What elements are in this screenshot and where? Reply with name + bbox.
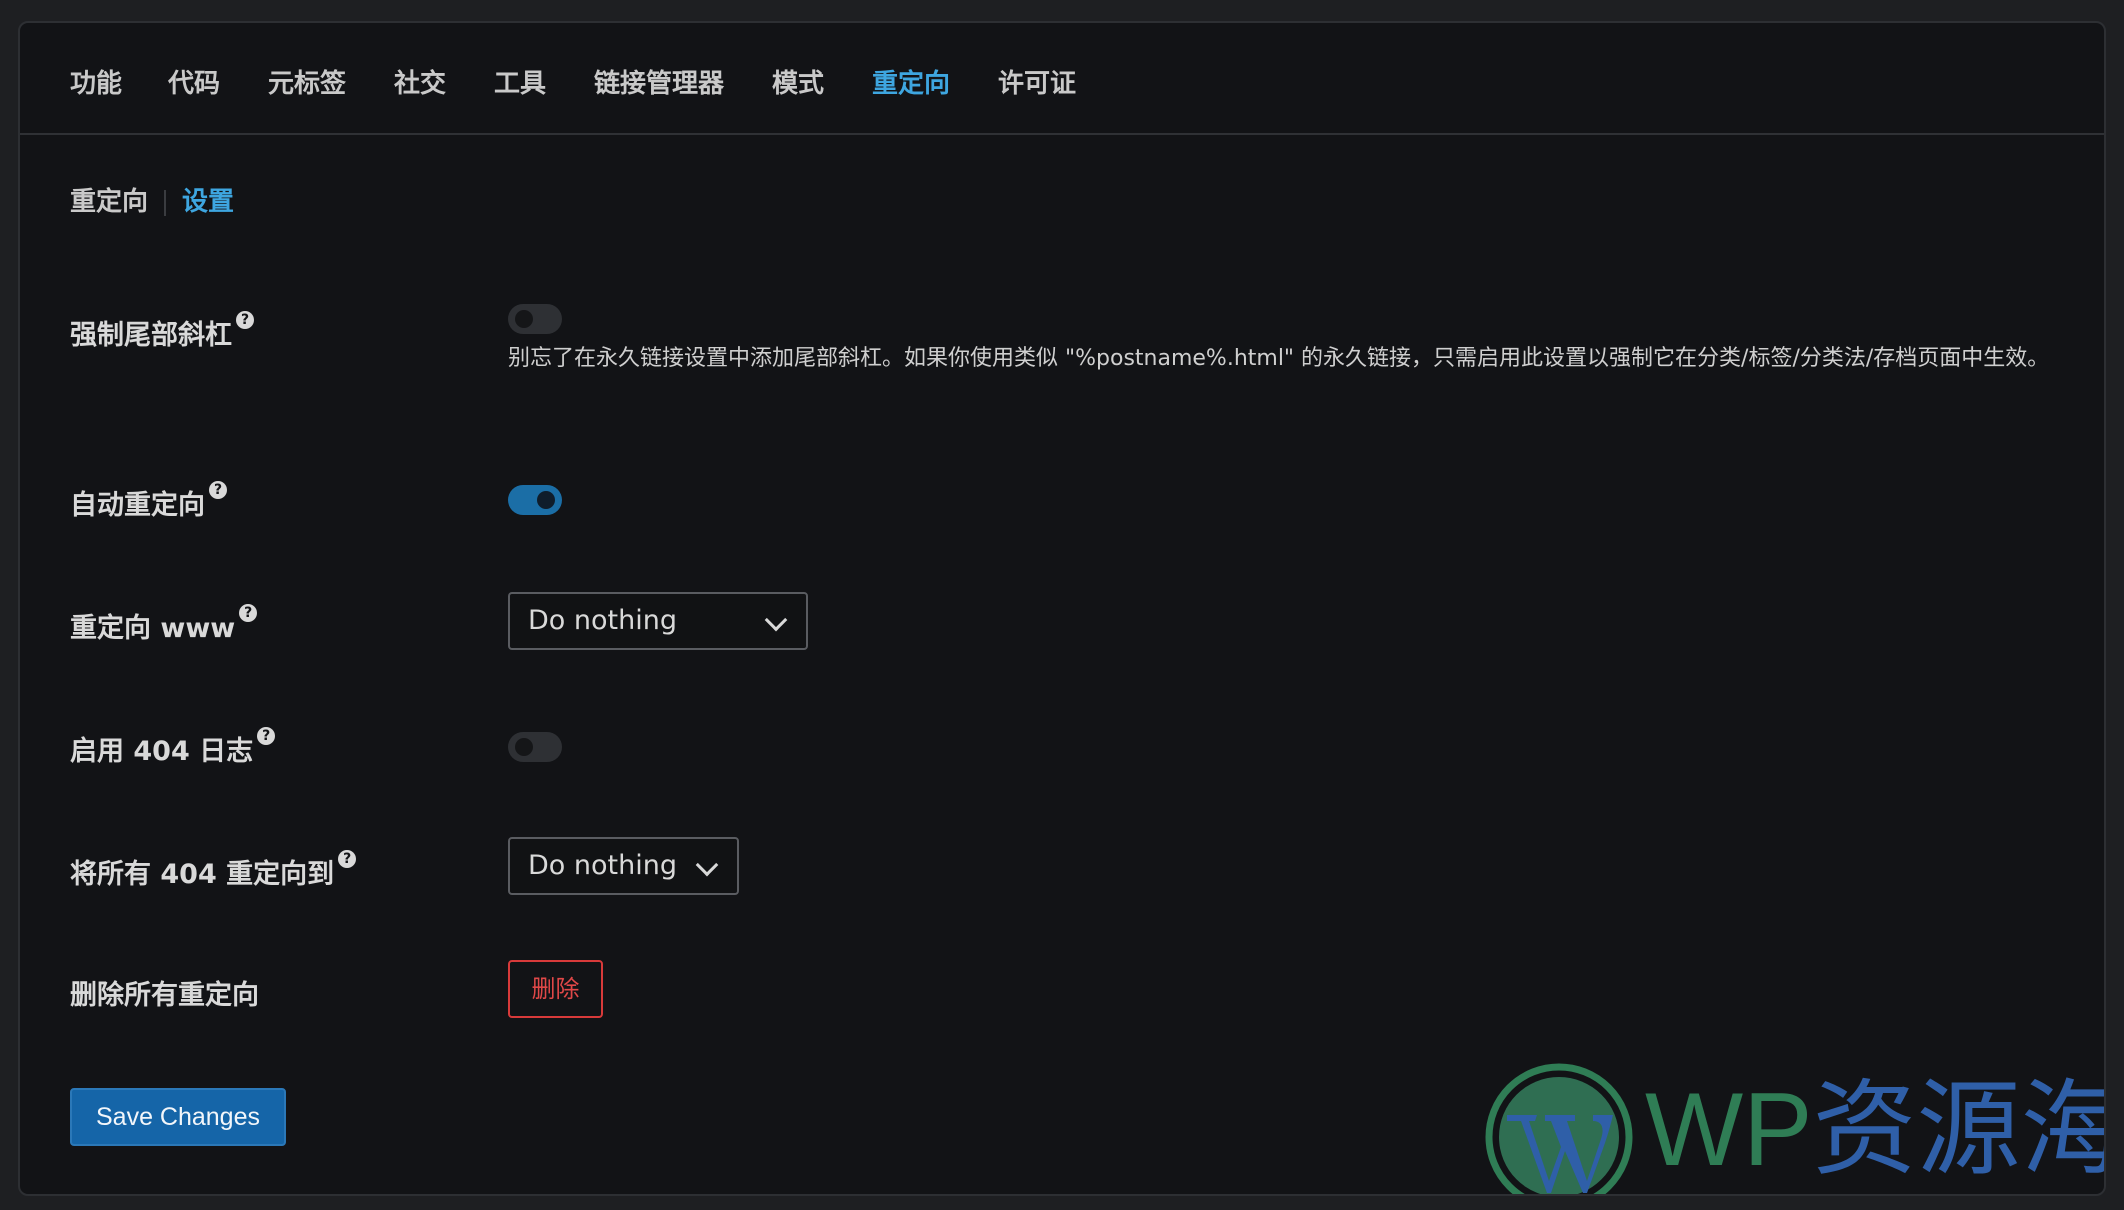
tab-code[interactable]: 代码 (168, 63, 220, 100)
toggle-knob (537, 491, 555, 509)
tab-schema[interactable]: 模式 (772, 63, 824, 100)
force-trailing-slash-label: 强制尾部斜杠? (70, 311, 254, 352)
sub-navigation: 重定向 设置 (70, 181, 234, 218)
redirect-all-404-value: Do nothing (528, 850, 677, 881)
enable-404-log-label: 启用 404 日志? (70, 727, 276, 768)
subnav-redirects[interactable]: 重定向 (70, 187, 148, 217)
enable-404-log-text: 启用 404 日志 (70, 736, 254, 767)
watermark: WP资源海 (1485, 1063, 2106, 1194)
settings-panel: 功能 代码 元标签 社交 工具 链接管理器 模式 重定向 许可证 重定向 设置 强… (18, 21, 2106, 1196)
toggle-knob (515, 738, 533, 756)
watermark-latin: WP (1645, 1072, 1813, 1188)
toggle-knob (515, 310, 533, 328)
redirect-www-select[interactable]: Do nothing (508, 592, 808, 650)
help-icon[interactable]: ? (239, 604, 258, 622)
auto-redirect-text: 自动重定向 (70, 490, 205, 521)
delete-redirects-button[interactable]: 删除 (508, 960, 603, 1018)
chevron-down-icon (695, 853, 719, 877)
enable-404-log-toggle[interactable] (508, 732, 562, 762)
main-tabs: 功能 代码 元标签 社交 工具 链接管理器 模式 重定向 许可证 (20, 23, 2104, 135)
auto-redirect-label: 自动重定向? (70, 481, 227, 522)
subnav-settings[interactable]: 设置 (182, 187, 234, 217)
subnav-divider (164, 189, 167, 216)
tab-tools[interactable]: 工具 (494, 63, 546, 100)
tab-license[interactable]: 许可证 (998, 63, 1076, 100)
force-trailing-slash-toggle[interactable] (508, 304, 562, 334)
tab-social[interactable]: 社交 (394, 63, 446, 100)
redirect-all-404-text: 将所有 404 重定向到 (70, 859, 335, 890)
redirect-www-text: 重定向 www (70, 613, 236, 644)
tab-link-manager[interactable]: 链接管理器 (594, 63, 724, 100)
tab-meta-tags[interactable]: 元标签 (268, 63, 346, 100)
watermark-text: WP资源海 (1645, 1072, 2106, 1188)
wordpress-logo-icon (1485, 1063, 1633, 1194)
chevron-down-icon (764, 608, 788, 632)
help-icon[interactable]: ? (257, 727, 276, 745)
redirect-all-404-label: 将所有 404 重定向到? (70, 850, 357, 891)
watermark-cjk: 资源海 (1812, 1072, 2106, 1188)
tab-redirects[interactable]: 重定向 (872, 63, 950, 100)
force-trailing-slash-description: 别忘了在永久链接设置中添加尾部斜杠。如果你使用类似 "%postname%.ht… (508, 346, 2050, 371)
redirect-www-label: 重定向 www? (70, 604, 258, 645)
help-icon[interactable]: ? (209, 481, 227, 499)
delete-all-redirects-label: 删除所有重定向 (70, 980, 259, 1011)
help-icon[interactable]: ? (236, 311, 254, 329)
redirect-www-value: Do nothing (528, 605, 677, 636)
auto-redirect-toggle[interactable] (508, 485, 562, 515)
tab-features[interactable]: 功能 (70, 63, 122, 100)
save-changes-button[interactable]: Save Changes (70, 1088, 286, 1146)
help-icon[interactable]: ? (338, 850, 357, 868)
force-trailing-slash-text: 强制尾部斜杠 (70, 320, 232, 351)
redirect-all-404-select[interactable]: Do nothing (508, 837, 739, 895)
